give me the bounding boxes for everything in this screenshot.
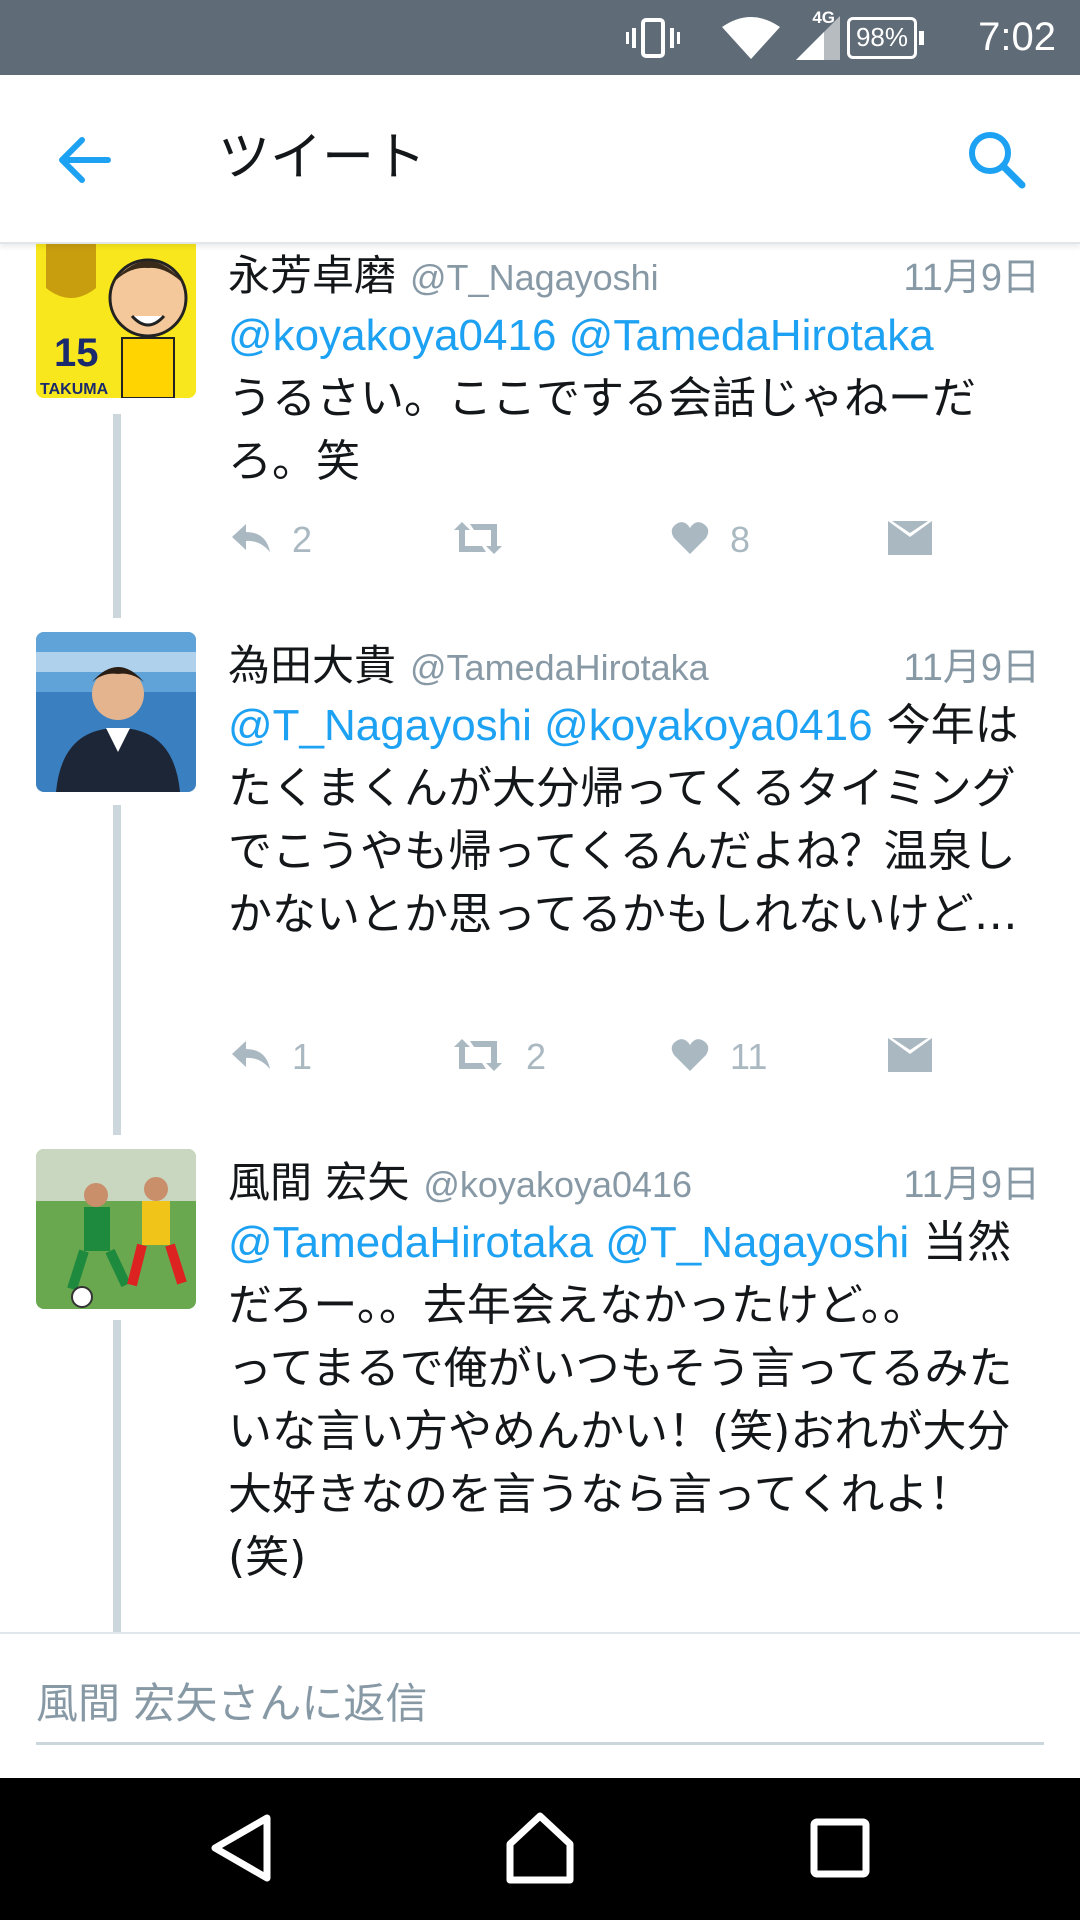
direct-message-button[interactable] (888, 1027, 932, 1087)
avatar[interactable]: 15 TAKUMA (36, 242, 196, 398)
home-icon[interactable] (500, 1808, 580, 1888)
vibrate-icon (626, 0, 680, 75)
tweet-date: 11月9日 (903, 257, 1040, 299)
retweet-icon (450, 520, 506, 560)
direct-message-button[interactable] (888, 510, 932, 570)
user-name[interactable]: 風間 宏矢 (228, 1149, 409, 1210)
like-count: 11 (730, 1036, 768, 1077)
tweet-date: 11月9日 (903, 1164, 1040, 1206)
search-icon[interactable] (964, 127, 1028, 191)
mentions[interactable]: @T_Nagayoshi @koyakoya0416 (228, 701, 873, 750)
user-handle[interactable]: @T_Nagayoshi (410, 257, 659, 299)
tweet-body: 当然だろー。。去年会えなかったけど。。 ってまるで俺がいつもそう言ってるみたいな… (228, 1217, 1013, 1583)
recents-icon[interactable] (800, 1808, 880, 1888)
envelope-icon (888, 1038, 932, 1076)
user-name[interactable]: 永芳卓磨 (228, 242, 396, 303)
battery-icon: 98% (846, 0, 924, 75)
tweet-text: @TamedaHirotaka @T_Nagayoshi 当然だろー。。去年会え… (228, 1211, 1048, 1589)
reply-button[interactable]: 1 (230, 1027, 312, 1087)
user-name[interactable]: 為田大貴 (228, 632, 396, 693)
avatar-caption: TAKUMA (40, 381, 109, 398)
like-count: 8 (730, 519, 751, 560)
app-bar: ツイート (0, 75, 1080, 244)
retweet-button[interactable]: 2 (450, 1027, 546, 1087)
tweet-text: @koyakoya0416 @TamedaHirotaka うるさい。ここでする… (228, 304, 1048, 493)
tweet-text: @T_Nagayoshi @koyakoya0416 今年はたくまくんが大分帰っ… (228, 694, 1048, 946)
arrow-left-icon[interactable] (50, 125, 120, 195)
reply-icon (230, 520, 272, 560)
reply-icon (230, 1037, 272, 1077)
tweet-header: 風間 宏矢 @koyakoya0416 11月9日 (228, 1149, 1040, 1209)
wifi-icon (722, 0, 780, 75)
user-handle[interactable]: @koyakoya0416 (423, 1164, 692, 1206)
tweet-header: 為田大貴 @TamedaHirotaka 11月9日 (228, 632, 1040, 692)
user-handle[interactable]: @TamedaHirotaka (410, 647, 709, 689)
retweet-button[interactable] (450, 510, 526, 570)
reply-count: 2 (292, 519, 313, 560)
navigation-bar (0, 1776, 1080, 1920)
battery-level: 98% (855, 22, 908, 52)
like-button[interactable]: 11 (670, 1027, 767, 1087)
retweet-icon (450, 1037, 506, 1077)
mentions[interactable]: @TamedaHirotaka @T_Nagayoshi (228, 1218, 909, 1267)
signal-icon (796, 0, 840, 75)
retweet-count: 2 (526, 1036, 547, 1077)
tweet-body: うるさい。ここでする会話じゃねーだろ。笑 (228, 373, 976, 487)
tweet-actions: 2 8 (228, 510, 988, 570)
reply-count: 1 (292, 1036, 313, 1077)
reply-bar: 風間 宏矢さんに返信 (0, 1632, 1080, 1778)
page-title: ツイート (218, 128, 427, 188)
back-triangle-icon[interactable] (201, 1808, 281, 1888)
tweet-thread: 15 TAKUMA 永芳卓磨 @T_Nagayoshi 11月9日 @koyak… (0, 242, 1080, 1632)
like-button[interactable]: 8 (670, 510, 750, 570)
thread-line (113, 1320, 121, 1632)
heart-icon (670, 520, 710, 560)
tweet-actions: 1 2 11 (228, 1027, 988, 1087)
reply-input[interactable]: 風間 宏矢さんに返信 (36, 1672, 1044, 1745)
mentions[interactable]: @koyakoya0416 @TamedaHirotaka (228, 311, 934, 360)
thread-line (113, 414, 121, 618)
tweet-header: 永芳卓磨 @T_Nagayoshi 11月9日 (228, 242, 1040, 302)
heart-icon (670, 1037, 710, 1077)
avatar-number: 15 (54, 331, 99, 375)
clock: 7:02 (978, 15, 1056, 59)
reply-button[interactable]: 2 (230, 510, 312, 570)
avatar[interactable] (36, 632, 196, 792)
tweet-date: 11月9日 (903, 647, 1040, 689)
thread-line (113, 805, 121, 1135)
status-bar: 4G 98% 7:02 (0, 0, 1080, 75)
avatar[interactable] (36, 1149, 196, 1309)
envelope-icon (888, 521, 932, 559)
